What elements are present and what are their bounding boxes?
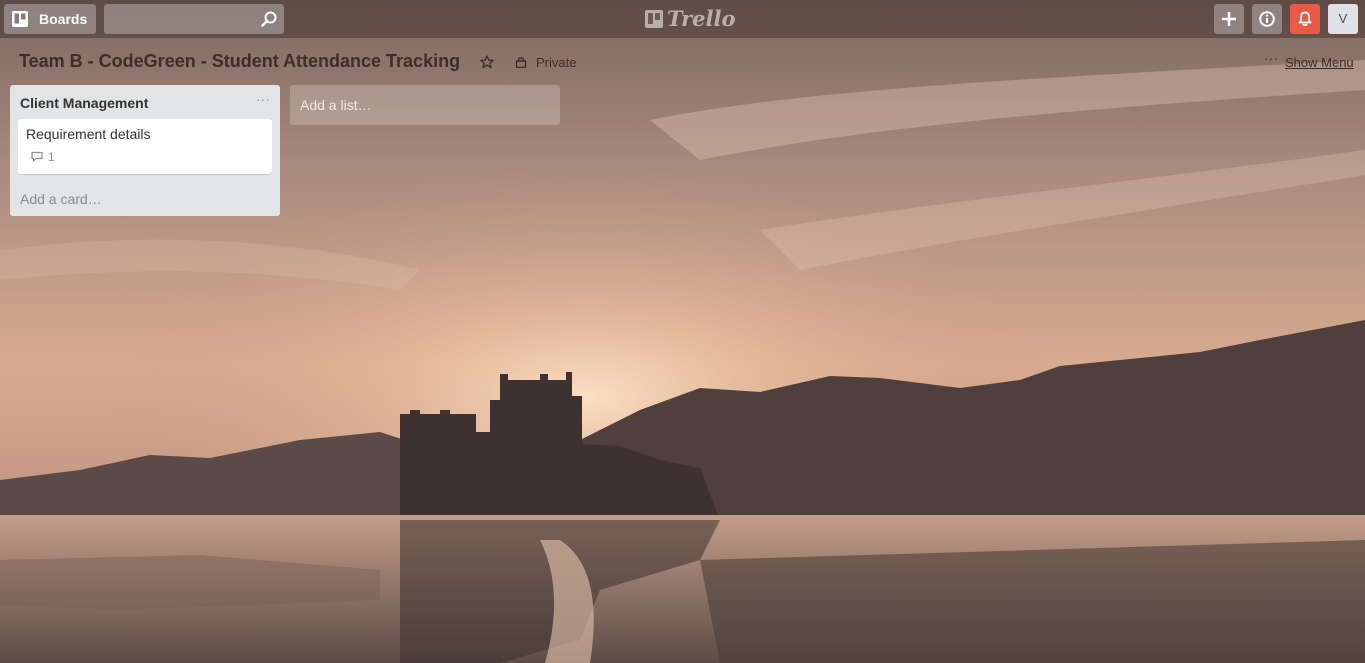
add-card-button[interactable]: Add a card… [20,191,102,207]
add-list-button[interactable]: Add a list… [290,85,560,125]
logo-text: Trello [667,6,736,31]
show-menu-label: Show Menu [1285,55,1354,70]
board-title[interactable]: Team B - CodeGreen - Student Attendance … [19,51,460,72]
card-requirement-details[interactable]: Requirement details 1 [18,119,272,174]
avatar[interactable]: V [1328,4,1358,34]
notifications-button[interactable] [1290,4,1320,34]
more-icon: ··· [1264,50,1278,66]
trello-logo-icon [645,10,663,28]
boards-label: Boards [39,11,88,27]
boards-icon [12,11,28,27]
info-button[interactable] [1252,4,1282,34]
visibility-label: Private [536,55,577,70]
search-icon[interactable] [261,11,277,27]
bell-icon [1298,11,1312,26]
comment-icon [31,151,43,162]
add-list-label: Add a list… [300,97,372,113]
list-client-management: Client Management ··· Requirement detail… [10,85,280,216]
top-header: Boards Trello V [0,0,1365,38]
list-menu-icon[interactable]: ··· [256,91,270,107]
list-title[interactable]: Client Management [20,95,148,111]
search-input[interactable] [104,4,254,34]
add-button[interactable] [1214,4,1244,34]
comment-count: 1 [48,150,55,164]
star-icon[interactable] [480,55,494,69]
boards-button[interactable]: Boards [4,4,96,34]
plus-icon [1222,12,1236,26]
info-icon [1259,11,1275,27]
card-title: Requirement details [26,126,151,142]
search-box[interactable] [104,4,284,34]
lock-icon [515,57,527,68]
